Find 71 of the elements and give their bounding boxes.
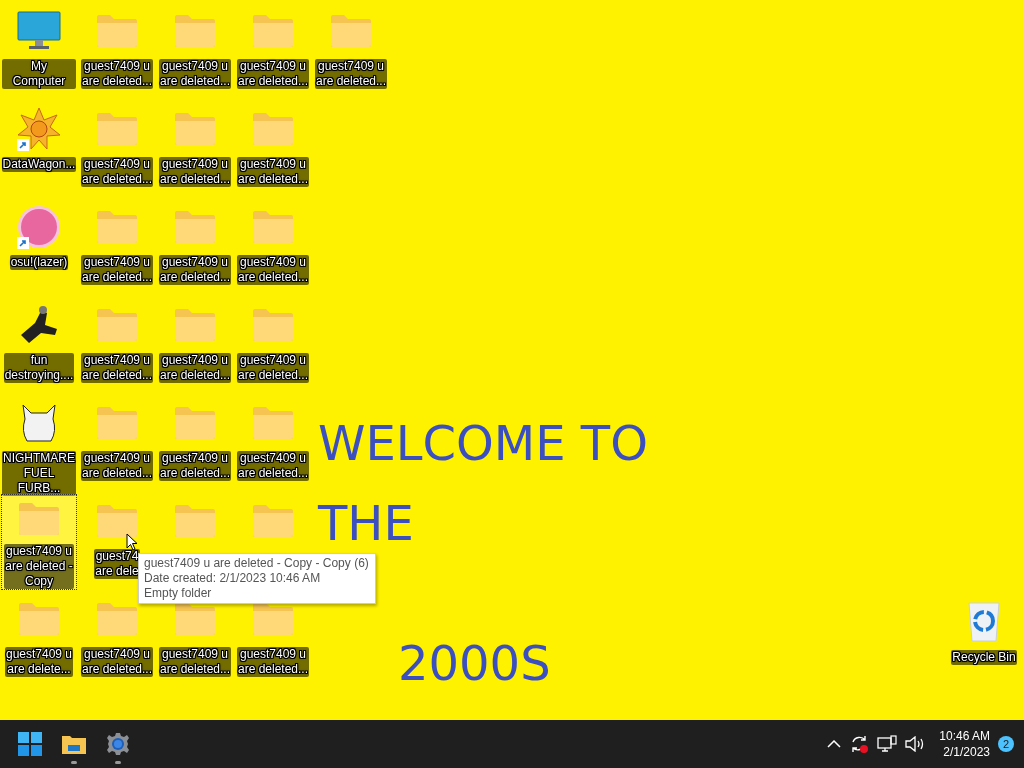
folder-icon [173, 601, 217, 637]
folder-icon [251, 13, 295, 49]
selected-desktop-icon[interactable]: guest7409 u are deleted - Copy [1, 494, 77, 590]
folder-icon [173, 209, 217, 245]
icon-label: guest7409 u are delete... [4, 647, 74, 677]
notification-badge[interactable]: 2 [998, 736, 1014, 752]
icon-label: guest7409 u are deleted... [158, 255, 232, 285]
folder-icon [17, 601, 61, 637]
clock[interactable]: 10:46 AM 2/1/2023 [939, 728, 990, 760]
icon-label: Recycle Bin [951, 650, 1017, 665]
sync-icon[interactable] [849, 734, 870, 754]
icon-label: guest7409 u are deleted... [80, 59, 154, 89]
icon-label: guest7409 u are deleted... [80, 255, 154, 285]
folder-icon [95, 405, 139, 441]
folder-icon [251, 503, 295, 539]
folder-icon [95, 209, 139, 245]
wallpaper-text: THE [318, 494, 414, 553]
monitor-icon [17, 11, 61, 51]
volume-icon[interactable] [905, 736, 926, 752]
icon-label: guest7409 u are deleted... [236, 255, 310, 285]
folder-icon [329, 13, 373, 49]
folder-icon [251, 601, 295, 637]
folder-icon [173, 307, 217, 343]
folder-icon [173, 111, 217, 147]
icon-label: guest7409 u are deleted... [80, 353, 154, 383]
icon-label: guest7409 u are deleted... [236, 59, 310, 89]
folder-icon [95, 13, 139, 49]
app-logo-icon [17, 205, 61, 249]
icon-label: My Computer [2, 59, 76, 89]
folder-icon [251, 209, 295, 245]
folder-icon [251, 111, 295, 147]
icon-label: guest7409 u are deleted... [80, 451, 154, 481]
clock-date: 2/1/2023 [943, 744, 990, 760]
folder-icon [251, 307, 295, 343]
clock-time: 10:46 AM [939, 728, 990, 744]
tooltip-text: Date created: 2/1/2023 10:46 AM [144, 571, 322, 586]
icon-label: guest7409 u are deleted... [236, 647, 310, 677]
icon-label: guest7409 u are deleted... [158, 451, 232, 481]
folder-icon [17, 500, 61, 537]
network-icon[interactable] [877, 735, 898, 753]
tooltip-text: guest7409 u are deleted - Copy - Copy (6) [144, 556, 369, 571]
folder-icon [95, 503, 139, 539]
icon-label: guest7409 u are deleted... [236, 451, 310, 481]
icon-label: guest7409 u are deleted... [236, 353, 310, 383]
folder-icon [251, 405, 295, 441]
icon-label: guest7409 u are deleted... [158, 157, 232, 187]
icon-label: guest7409 u are deleted... [80, 647, 154, 677]
wallpaper-text: WELCOME TO [318, 414, 648, 473]
wallpaper-text: 2000S [398, 634, 551, 693]
folder-icon [95, 111, 139, 147]
settings-icon[interactable] [106, 732, 130, 756]
icon-label: guest7409 u are deleted... [236, 157, 310, 187]
tooltip-text: Empty folder [144, 586, 213, 601]
folder-icon [173, 13, 217, 49]
folder-icon [95, 307, 139, 343]
icon-label: guest7409 u are deleted... [158, 353, 232, 383]
icon-label: guest7409 u are deleted... [80, 157, 154, 187]
chevron-up-icon[interactable] [827, 740, 842, 748]
folder-icon [173, 503, 217, 539]
icon-label: DataWagon... [1, 157, 77, 172]
folder-icon[interactable] [61, 733, 87, 755]
windows-logo-icon[interactable] [18, 732, 42, 756]
icon-label: guest7409 u are deleted - Copy [4, 544, 74, 589]
icon-label: guest7409 u are deleted... [314, 59, 388, 89]
folder-icon [173, 405, 217, 441]
icon-label: guest7409 u are deleted... [158, 59, 232, 89]
folder-icon [95, 601, 139, 637]
icon-label: fun destroying.... [3, 353, 75, 383]
mouse-pointer-icon [126, 533, 138, 551]
recycle-bin-icon [967, 601, 1001, 643]
icon-label: guest7409 u are deleted... [158, 647, 232, 677]
